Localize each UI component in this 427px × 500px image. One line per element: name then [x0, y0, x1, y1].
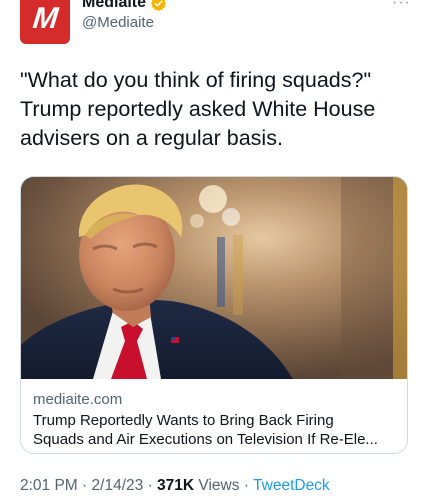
- link-preview-card[interactable]: mediaite.com Trump Reportedly Wants to B…: [20, 176, 408, 454]
- tweet-footer: 2:01 PM · 2/14/23 · 371K Views · TweetDe…: [20, 477, 330, 495]
- card-domain: mediaite.com: [33, 391, 123, 408]
- verified-badge-icon: [150, 0, 167, 12]
- views-label: Views: [198, 477, 240, 494]
- tweet-source-link[interactable]: TweetDeck: [253, 477, 330, 494]
- card-photo-illustration: [21, 177, 407, 379]
- separator: ·: [243, 477, 249, 494]
- author-handle[interactable]: @Mediaite: [82, 14, 154, 31]
- card-meta: mediaite.com Trump Reportedly Wants to B…: [33, 390, 399, 449]
- views-count: 371K: [157, 477, 195, 494]
- tweet-header: M Mediaite @Mediaite ···: [20, 0, 415, 46]
- card-image[interactable]: [21, 177, 407, 379]
- avatar-logo-letter: M: [30, 2, 60, 35]
- tweet-time[interactable]: 2:01 PM: [20, 477, 78, 494]
- tweet-date[interactable]: 2/14/23: [92, 477, 144, 494]
- card-title: Trump Reportedly Wants to Bring Back Fir…: [33, 412, 378, 448]
- author-name-row: Mediaite: [82, 0, 167, 12]
- tweet-text: "What do you think of firing squads?" Tr…: [20, 68, 376, 150]
- separator: ·: [147, 477, 153, 494]
- avatar[interactable]: M: [20, 0, 70, 44]
- author-display-name[interactable]: Mediaite: [82, 0, 146, 12]
- more-dots-icon[interactable]: ···: [392, 0, 411, 12]
- separator: ·: [82, 477, 88, 494]
